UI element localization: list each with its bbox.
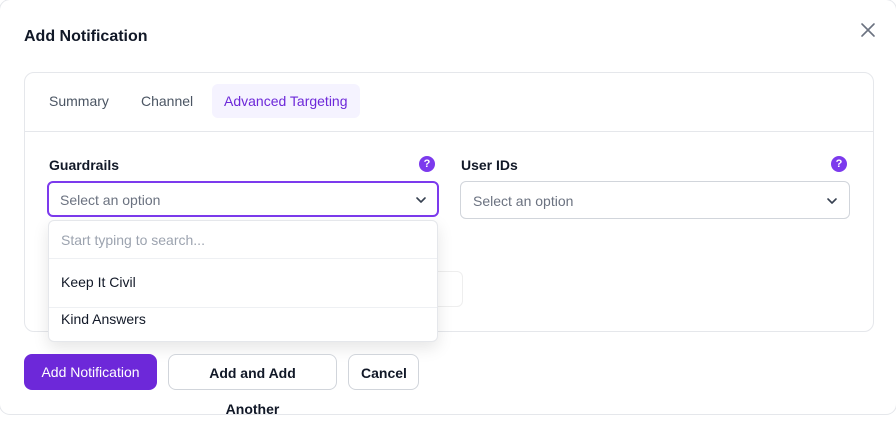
close-button[interactable]: [856, 18, 880, 42]
guardrails-help-icon[interactable]: ?: [419, 156, 435, 172]
guardrails-select[interactable]: Select an option: [47, 181, 439, 217]
dropdown-option-keep-it-civil[interactable]: Keep It Civil: [49, 264, 437, 300]
guardrails-dropdown: Keep It Civil Kind Answers: [48, 220, 438, 342]
chevron-down-icon: [416, 197, 426, 203]
guardrails-select-placeholder: Select an option: [60, 192, 161, 208]
user-ids-select-placeholder: Select an option: [473, 193, 574, 209]
tab-summary[interactable]: Summary: [37, 84, 121, 118]
guardrails-label: Guardrails: [49, 157, 120, 173]
user-ids-label: User IDs: [461, 157, 518, 173]
tab-bar: Summary Channel Advanced Targeting: [25, 73, 873, 132]
tab-advanced-targeting[interactable]: Advanced Targeting: [212, 84, 360, 118]
cancel-button[interactable]: Cancel: [348, 354, 419, 390]
dropdown-search-input[interactable]: [49, 221, 437, 259]
add-and-add-another-button[interactable]: Add and Add Another: [168, 354, 337, 417]
user-ids-select[interactable]: Select an option: [460, 181, 850, 219]
tab-channel[interactable]: Channel: [129, 84, 205, 118]
close-icon: [861, 23, 875, 37]
dropdown-option-kind-answers[interactable]: Kind Answers: [49, 301, 437, 337]
chevron-down-icon: [827, 198, 837, 204]
user-ids-help-icon[interactable]: ?: [831, 156, 847, 172]
add-notification-modal: Add Notification Summary Channel Advance…: [0, 0, 896, 417]
modal-title: Add Notification: [24, 28, 148, 45]
add-notification-button[interactable]: Add Notification: [24, 354, 157, 390]
